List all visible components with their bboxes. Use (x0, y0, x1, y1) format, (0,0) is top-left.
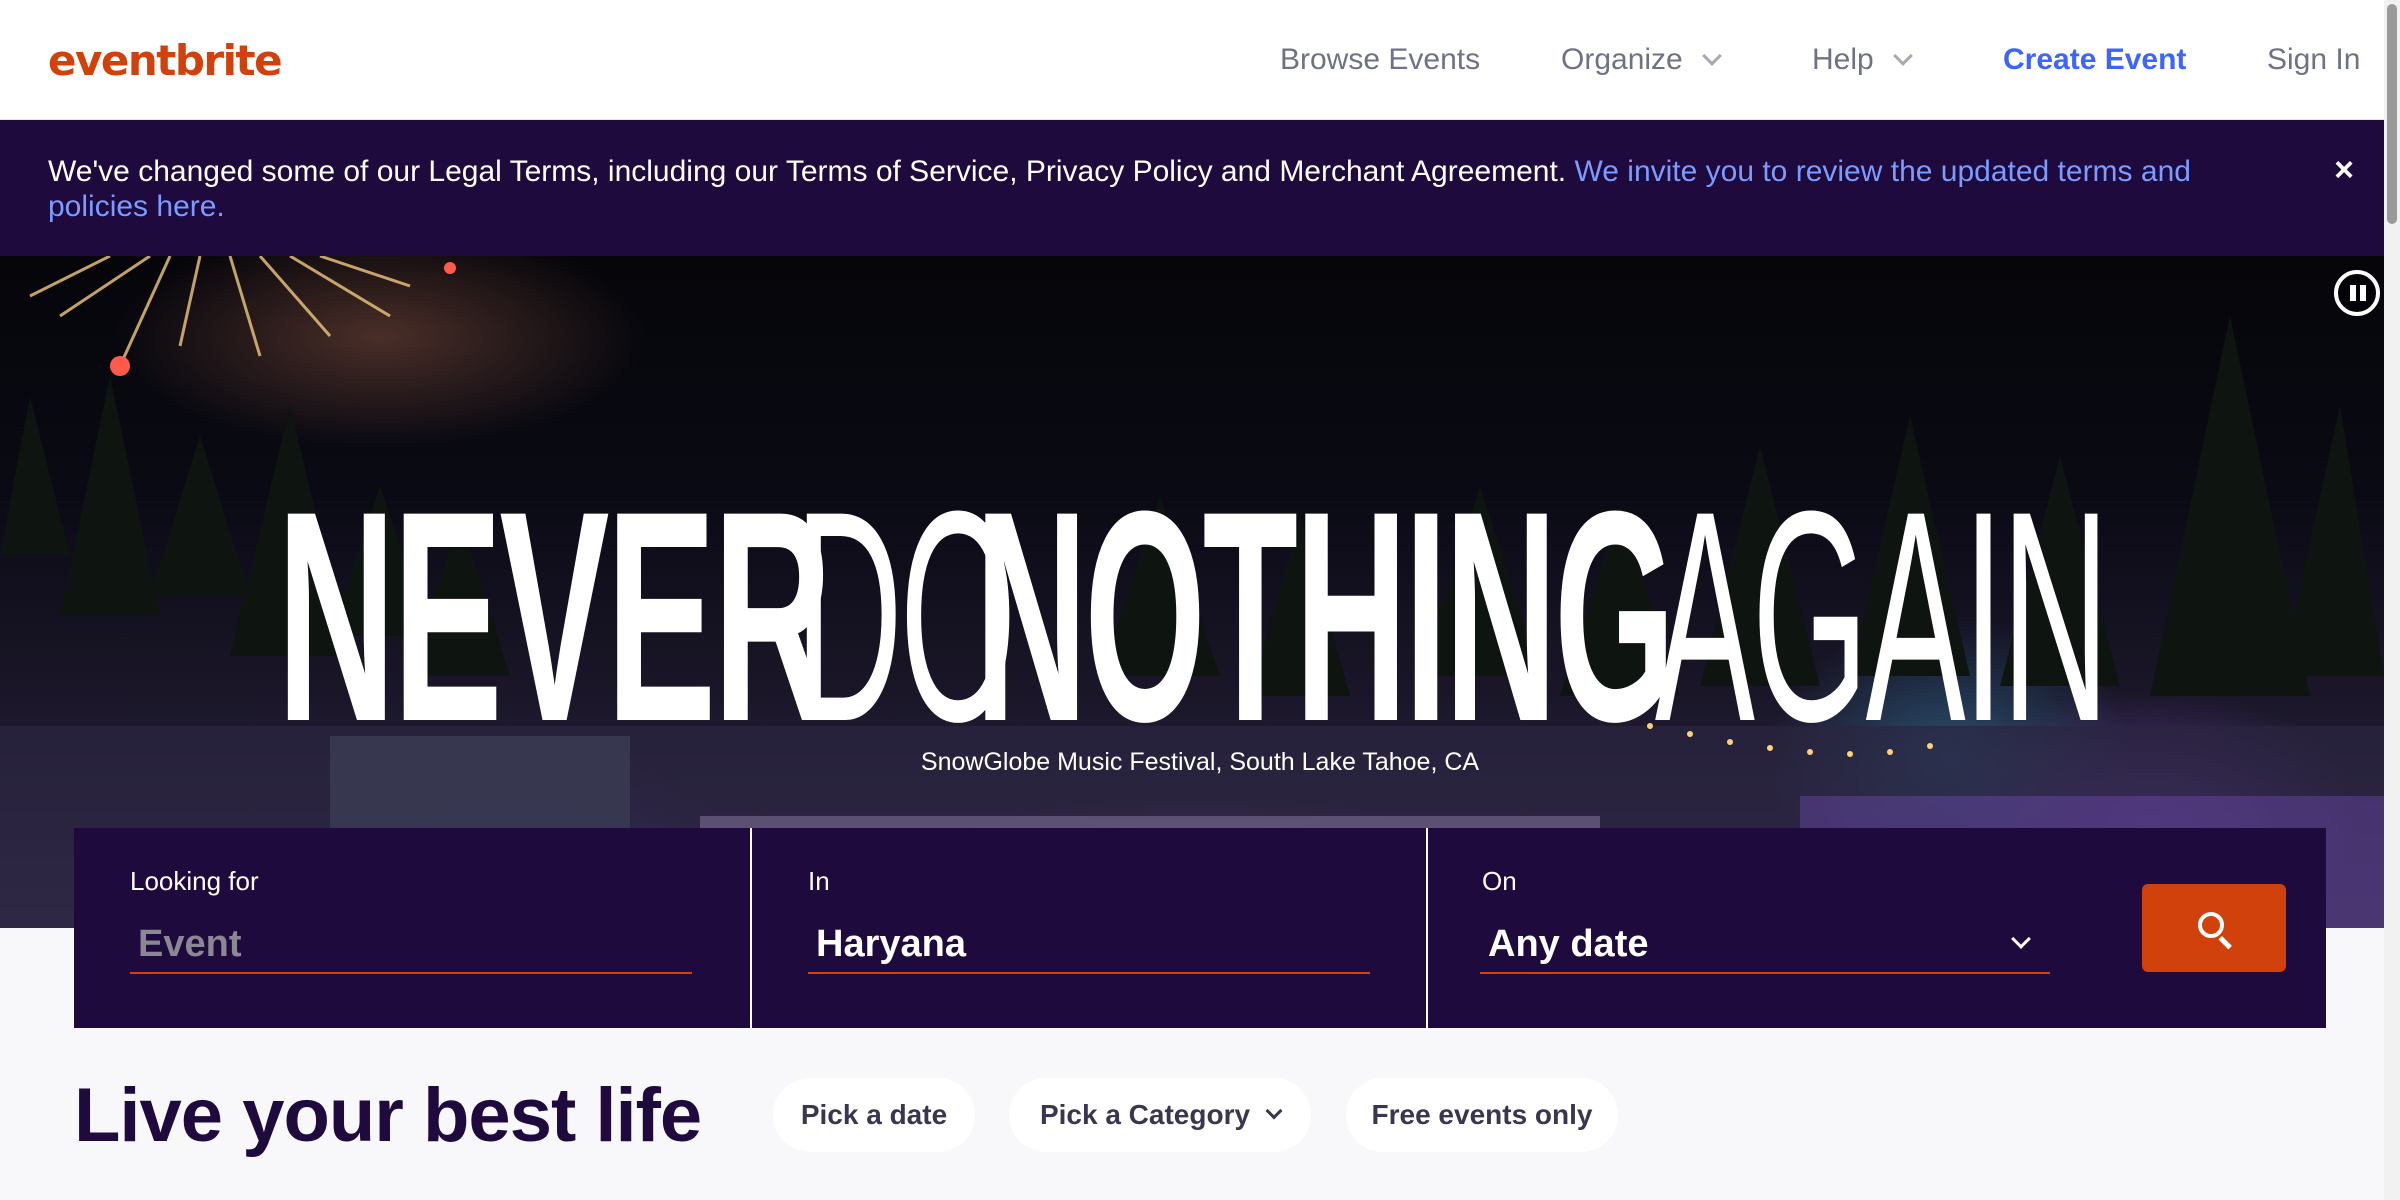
sign-in-label: Sign In (2267, 43, 2361, 76)
pick-date-label: Pick a date (800, 1099, 948, 1130)
pick-category-filter[interactable]: Pick a Category (1009, 1078, 1311, 1152)
location-input[interactable] (808, 916, 1370, 974)
hero-headline: NEVER DO NOTHING AGAIN (0, 466, 2384, 766)
legal-terms-banner: We've changed some of our Legal Terms, i… (0, 120, 2384, 256)
looking-for-field: Looking for (74, 828, 750, 1028)
date-select[interactable]: Any date (1480, 916, 2050, 974)
free-events-filter[interactable]: Free events only (1346, 1078, 1618, 1152)
nav-browse-events-label: Browse Events (1280, 43, 1481, 76)
nav-organize-label: Organize (1561, 43, 1683, 76)
close-icon[interactable]: × (2328, 153, 2360, 187)
pick-category-label: Pick a Category (1039, 1099, 1251, 1130)
location-field: In (750, 828, 1426, 1028)
pause-icon[interactable] (2334, 270, 2380, 316)
looking-for-label: Looking for (130, 866, 259, 896)
event-search-input[interactable] (130, 916, 692, 974)
page-scrollbar[interactable] (2384, 0, 2400, 1200)
banner-text: We've changed some of our Legal Terms, i… (48, 155, 1567, 188)
search-icon (2198, 912, 2224, 938)
pick-date-filter[interactable]: Pick a date (773, 1078, 975, 1152)
nav-help[interactable]: Help (1812, 0, 1913, 120)
hero-word: NEVER (277, 448, 832, 784)
search-button[interactable] (2142, 884, 2286, 972)
nav-help-label: Help (1812, 43, 1874, 76)
chevron-down-icon (1701, 46, 1722, 66)
hero-word: AGAIN (1655, 448, 2110, 784)
section-title: Live your best life (74, 1073, 702, 1158)
sign-in-link[interactable]: Sign In (2267, 0, 2360, 120)
date-select-value: Any date (1488, 922, 1649, 965)
date-label: On (1482, 866, 1517, 896)
nav-browse-events[interactable]: Browse Events (1280, 0, 1480, 120)
free-events-label: Free events only (1371, 1099, 1593, 1130)
chevron-down-icon (1892, 46, 1913, 66)
event-search-bar: Looking for In On Any date (74, 828, 2326, 1028)
create-event-label: Create Event (2003, 43, 2187, 76)
chevron-down-icon (2011, 929, 2031, 949)
hero-caption: SnowGlobe Music Festival, South Lake Tah… (920, 748, 1480, 776)
banner-message: We've changed some of our Legal Terms, i… (48, 154, 2228, 224)
scrollbar-thumb[interactable] (2387, 4, 2397, 224)
create-event-link[interactable]: Create Event (2003, 0, 2186, 120)
eventbrite-logo[interactable]: eventbrite (48, 36, 283, 85)
chevron-down-icon (1265, 1102, 1283, 1120)
nav-organize[interactable]: Organize (1561, 0, 1722, 120)
location-label: In (808, 866, 830, 896)
hero-word: NOTHING (974, 448, 1676, 784)
site-header: eventbrite Browse Events Organize Help C… (0, 0, 2400, 120)
